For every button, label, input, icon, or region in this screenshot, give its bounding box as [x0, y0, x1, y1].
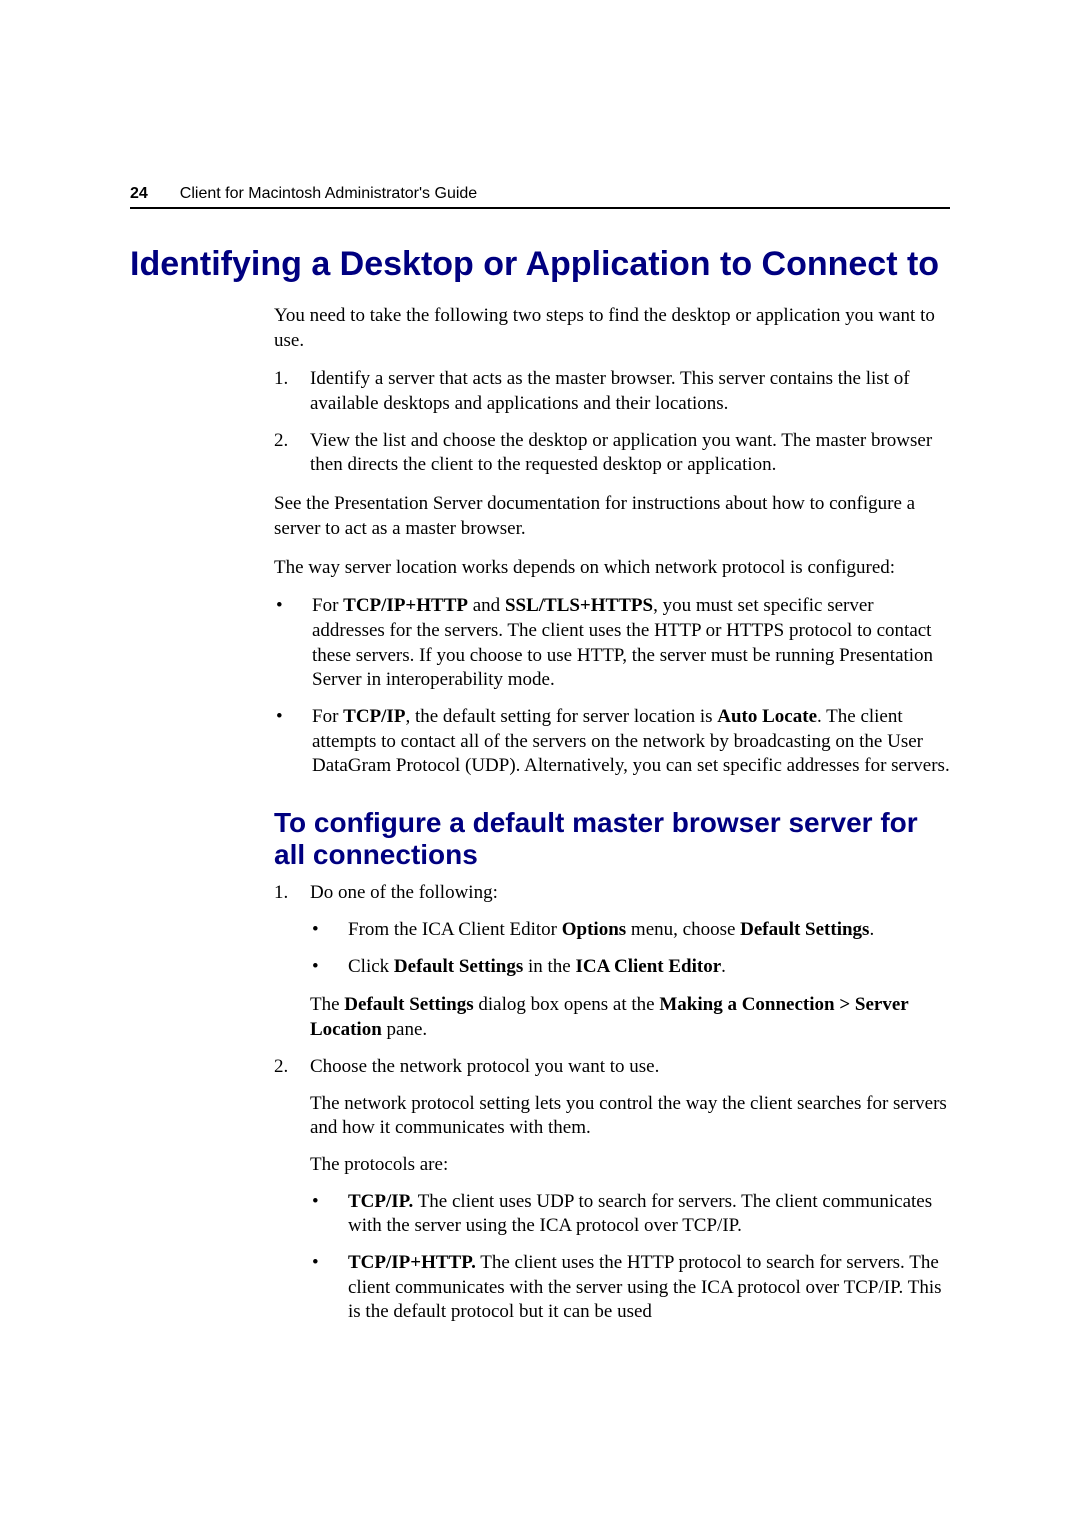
text-bold: Options [562, 919, 626, 940]
text: . [721, 956, 726, 977]
paragraph: The protocols are: [310, 1153, 950, 1178]
page-header: 24 Client for Macintosh Administrator's … [130, 185, 950, 209]
text-bold: TCP/IP+HTTP. [348, 1252, 476, 1273]
text-bold: TCP/IP+HTTP [343, 595, 468, 616]
text: pane. [382, 1019, 427, 1040]
bullet-icon: • [310, 955, 348, 980]
list-item: • TCP/IP. The client uses UDP to search … [310, 1190, 950, 1239]
list-text: From the ICA Client Editor Options menu,… [348, 918, 874, 943]
list-item: 2. View the list and choose the desktop … [274, 429, 950, 478]
text: The [310, 994, 344, 1015]
list-text: Identify a server that acts as the maste… [310, 367, 950, 416]
paragraph: See the Presentation Server documentatio… [274, 492, 950, 541]
list-text: TCP/IP. The client uses UDP to search fo… [348, 1190, 950, 1239]
bullet-icon: • [310, 1190, 348, 1239]
heading-1: Identifying a Desktop or Application to … [130, 245, 950, 284]
bullet-icon: • [274, 594, 312, 693]
ordered-list-steps: 1. Identify a server that acts as the ma… [274, 367, 950, 478]
text: For [312, 706, 343, 727]
list-text: Click Default Settings in the ICA Client… [348, 955, 726, 980]
list-item: • Click Default Settings in the ICA Clie… [310, 955, 950, 980]
text: menu, choose [626, 919, 740, 940]
bullet-list-protocols: • For TCP/IP+HTTP and SSL/TLS+HTTPS, you… [274, 594, 950, 779]
ordered-list-configure: 1. Do one of the following: • From the I… [274, 881, 950, 1339]
list-number: 1. [274, 367, 310, 416]
bullet-icon: • [310, 918, 348, 943]
text: For [312, 595, 343, 616]
text-bold: Default Settings [394, 956, 523, 977]
list-text: Do one of the following: [310, 881, 950, 906]
list-item: • For TCP/IP+HTTP and SSL/TLS+HTTPS, you… [274, 594, 950, 693]
list-text: View the list and choose the desktop or … [310, 429, 950, 478]
text: Click [348, 956, 394, 977]
text-bold: Default Settings [740, 919, 869, 940]
text-bold: TCP/IP [343, 706, 405, 727]
text: dialog box opens at the [474, 994, 660, 1015]
list-text: For TCP/IP+HTTP and SSL/TLS+HTTPS, you m… [312, 594, 950, 693]
text: The client uses UDP to search for server… [348, 1191, 932, 1237]
list-body: Choose the network protocol you want to … [310, 1055, 950, 1339]
text-bold: ICA Client Editor [575, 956, 721, 977]
text: , the default setting for server locatio… [405, 706, 717, 727]
list-item: • For TCP/IP, the default setting for se… [274, 705, 950, 779]
list-number: 2. [274, 429, 310, 478]
bullet-icon: • [274, 705, 312, 779]
list-text: Choose the network protocol you want to … [310, 1055, 950, 1080]
text-bold: Default Settings [344, 994, 473, 1015]
list-body: Do one of the following: • From the ICA … [310, 881, 950, 1042]
list-text: TCP/IP+HTTP. The client uses the HTTP pr… [348, 1251, 950, 1325]
text-bold: SSL/TLS+HTTPS [505, 595, 653, 616]
list-item: • From the ICA Client Editor Options men… [310, 918, 950, 943]
text: . [869, 919, 874, 940]
text: in the [523, 956, 575, 977]
list-item: 1. Identify a server that acts as the ma… [274, 367, 950, 416]
text-bold: TCP/IP. [348, 1191, 413, 1212]
header-title: Client for Macintosh Administrator's Gui… [180, 185, 477, 203]
result-text: The Default Settings dialog box opens at… [310, 993, 950, 1042]
bullet-icon: • [310, 1251, 348, 1325]
intro-paragraph: You need to take the following two steps… [274, 304, 950, 353]
content-block: You need to take the following two steps… [274, 304, 950, 1339]
heading-2: To configure a default master browser se… [274, 807, 950, 871]
list-item: 2. Choose the network protocol you want … [274, 1055, 950, 1339]
document-page: 24 Client for Macintosh Administrator's … [0, 0, 1080, 1528]
list-text: For TCP/IP, the default setting for serv… [312, 705, 950, 779]
paragraph: The network protocol setting lets you co… [310, 1092, 950, 1141]
page-number: 24 [130, 185, 148, 203]
bullet-list-options: • From the ICA Client Editor Options men… [310, 918, 950, 979]
text-bold: Auto Locate [717, 706, 817, 727]
list-number: 1. [274, 881, 310, 1042]
list-item: 1. Do one of the following: • From the I… [274, 881, 950, 1042]
text: and [468, 595, 505, 616]
paragraph: The way server location works depends on… [274, 556, 950, 581]
bullet-list-protocols-detail: • TCP/IP. The client uses UDP to search … [310, 1190, 950, 1325]
list-item: • TCP/IP+HTTP. The client uses the HTTP … [310, 1251, 950, 1325]
text: From the ICA Client Editor [348, 919, 562, 940]
list-number: 2. [274, 1055, 310, 1339]
